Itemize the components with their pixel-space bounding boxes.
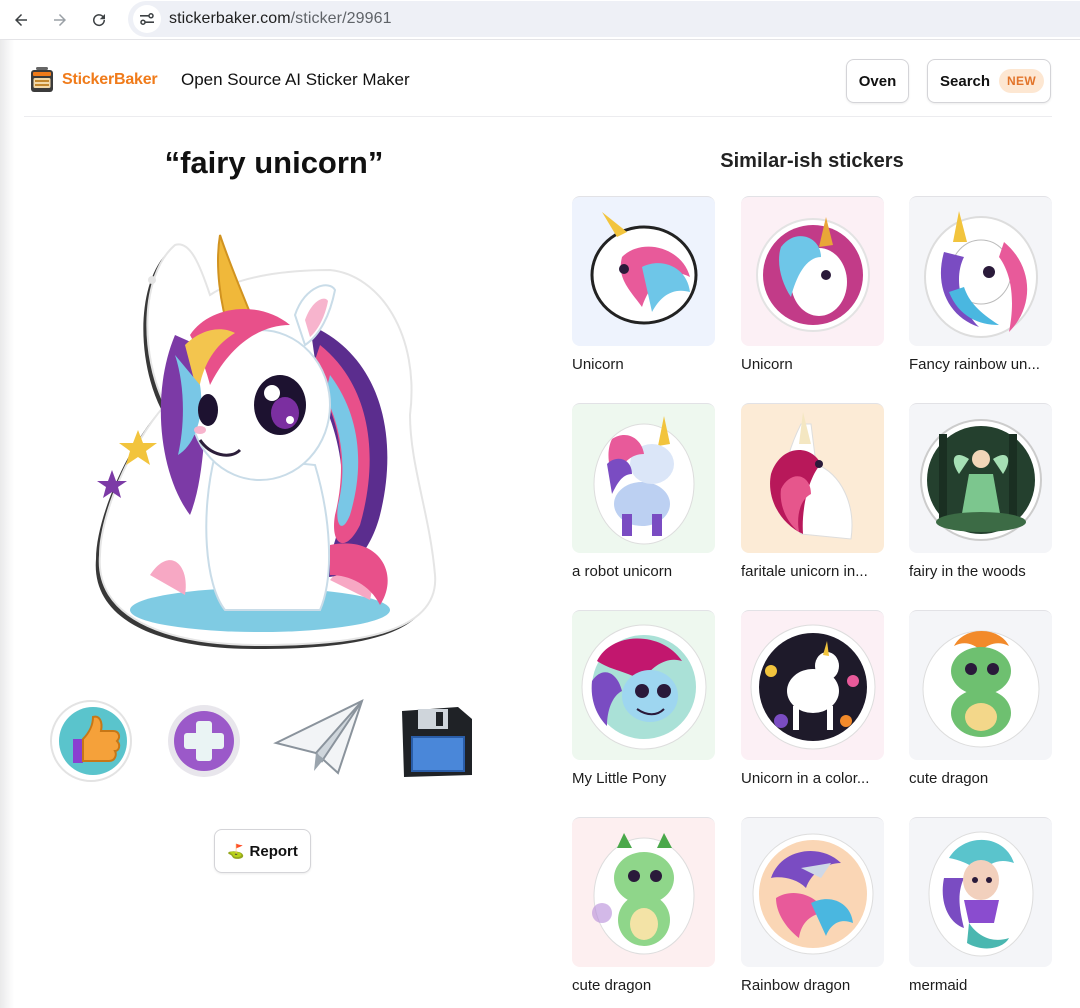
similar-sticker-card[interactable]: Unicorn [741, 196, 884, 381]
url-text: stickerbaker.com/sticker/29961 [169, 10, 392, 28]
similar-sticker-card[interactable]: cute dragon [909, 610, 1052, 795]
url-path: /sticker/29961 [290, 10, 392, 27]
search-button-label: Search [940, 72, 991, 90]
similar-sticker-caption[interactable]: faritale unicorn in... [741, 563, 884, 580]
similar-sticker-card[interactable]: Unicorn in a color... [741, 610, 884, 795]
report-button[interactable]: ⛳ Report [214, 829, 311, 873]
logo-text: StickerBaker [62, 71, 158, 88]
report-label: Report [249, 842, 298, 860]
similar-sticker-caption[interactable]: fairy in the woods [909, 563, 1052, 580]
header-divider [24, 116, 1052, 117]
url-host: stickerbaker.com [169, 10, 291, 27]
similar-sticker-thumbnail[interactable] [909, 610, 1052, 760]
similar-sticker-thumbnail[interactable] [741, 403, 884, 553]
similar-sticker-thumbnail[interactable] [909, 817, 1052, 967]
oven-button[interactable]: Oven [846, 59, 909, 103]
reload-icon[interactable] [86, 7, 112, 33]
similar-sticker-thumbnail[interactable] [572, 196, 715, 346]
page-edge-shadow [0, 40, 14, 1008]
similar-sticker-caption[interactable]: My Little Pony [572, 770, 715, 787]
similar-sticker-thumbnail[interactable] [741, 196, 884, 346]
similar-sticker-caption[interactable]: cute dragon [572, 977, 715, 994]
forward-arrow-icon[interactable] [47, 7, 73, 33]
browser-toolbar: stickerbaker.com/sticker/29961 [0, 0, 1080, 40]
similar-sticker-thumbnail[interactable] [909, 403, 1052, 553]
similar-stickers-heading: Similar-ish stickers [720, 150, 904, 172]
similar-sticker-thumbnail[interactable] [572, 817, 715, 967]
similar-sticker-caption[interactable]: mermaid [909, 977, 1052, 994]
similar-sticker-thumbnail[interactable] [572, 403, 715, 553]
thumbs-up-icon[interactable] [45, 695, 137, 787]
similar-sticker-card[interactable]: Unicorn [572, 196, 715, 381]
similar-sticker-card[interactable]: Fancy rainbow un... [909, 196, 1052, 381]
site-logo[interactable]: StickerBaker [30, 66, 158, 94]
similar-sticker-card[interactable]: cute dragon [572, 817, 715, 1002]
similar-sticker-thumbnail[interactable] [741, 610, 884, 760]
similar-sticker-thumbnail[interactable] [572, 610, 715, 760]
similar-sticker-caption[interactable]: Unicorn in a color... [741, 770, 884, 787]
similar-sticker-thumbnail[interactable] [909, 196, 1052, 346]
floppy-disk-save-icon[interactable] [390, 695, 482, 787]
address-bar[interactable]: stickerbaker.com/sticker/29961 [128, 1, 1080, 37]
unicorn-sticker-image [80, 215, 460, 665]
similar-sticker-caption[interactable]: cute dragon [909, 770, 1052, 787]
similar-sticker-thumbnail[interactable] [741, 817, 884, 967]
paper-plane-share-icon[interactable] [272, 695, 364, 787]
add-plus-icon[interactable] [158, 695, 250, 787]
similar-sticker-card[interactable]: mermaid [909, 817, 1052, 1002]
similar-sticker-caption[interactable]: Unicorn [572, 356, 715, 373]
oven-logo-icon [30, 66, 54, 94]
similar-sticker-card[interactable]: faritale unicorn in... [741, 403, 884, 588]
back-arrow-icon[interactable] [8, 7, 34, 33]
similar-sticker-card[interactable]: Rainbow dragon [741, 817, 884, 1002]
similar-sticker-caption[interactable]: Rainbow dragon [741, 977, 884, 994]
golf-flag-icon: ⛳ [227, 842, 245, 859]
similar-sticker-caption[interactable]: a robot unicorn [572, 563, 715, 580]
sticker-title: “fairy unicorn” [164, 145, 384, 180]
similar-sticker-card[interactable]: fairy in the woods [909, 403, 1052, 588]
similar-sticker-caption[interactable]: Unicorn [741, 356, 884, 373]
similar-sticker-card[interactable]: My Little Pony [572, 610, 715, 795]
similar-sticker-caption[interactable]: Fancy rainbow un... [909, 356, 1052, 373]
site-settings-icon[interactable] [133, 5, 161, 33]
similar-sticker-card[interactable]: a robot unicorn [572, 403, 715, 588]
site-tagline: Open Source AI Sticker Maker [181, 70, 410, 89]
new-badge: NEW [999, 69, 1044, 93]
search-button[interactable]: Search NEW [927, 59, 1051, 103]
